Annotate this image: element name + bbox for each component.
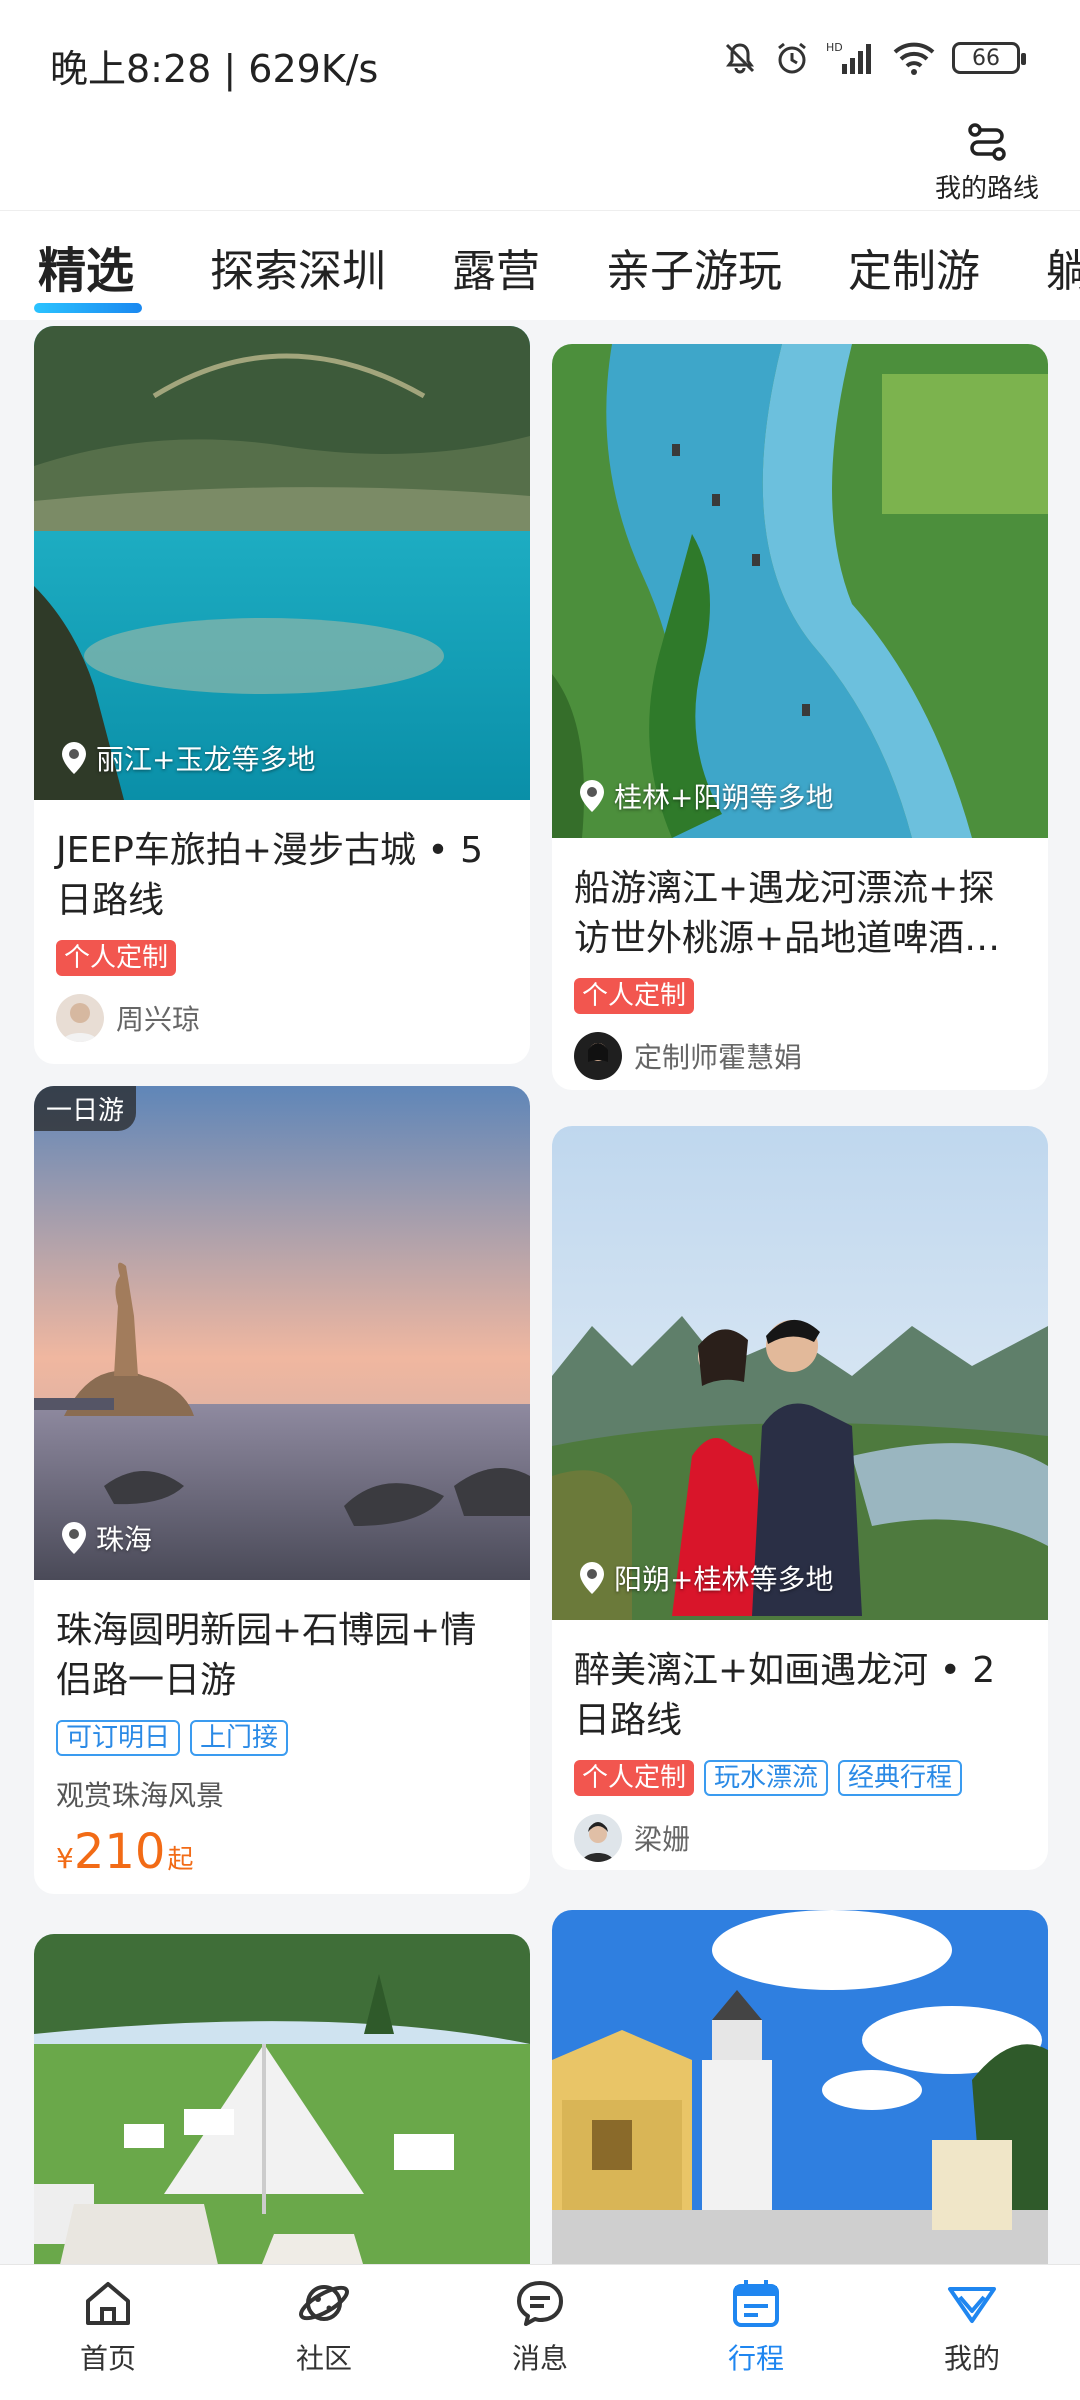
- card-image-zhuhai: 一日游 珠海: [34, 1086, 530, 1580]
- trip-card[interactable]: 丽江+玉龙等多地 JEEP车旅拍+漫步古城 • 5日路线 个人定制 周兴琼: [34, 326, 530, 1064]
- tag-book-tomorrow: 可订明日: [56, 1720, 181, 1756]
- tab-custom-tour[interactable]: 定制游: [848, 235, 980, 299]
- status-bar: 晚上8:28 | 629K/s HD 66: [0, 0, 1080, 120]
- tag-row: 个人定制: [574, 978, 695, 1014]
- nav-community[interactable]: 社区: [264, 2275, 384, 2377]
- my-route-button[interactable]: 我的路线: [932, 120, 1042, 210]
- alarm-icon: [778, 42, 806, 74]
- trip-card[interactable]: [552, 1910, 1048, 2264]
- wifi-icon: [893, 42, 935, 75]
- nav-community-label: 社区: [295, 2342, 352, 2375]
- signal-icon: HD: [826, 41, 871, 74]
- location-label: 桂林+阳朔等多地: [578, 776, 833, 816]
- card-image-camping: [34, 1934, 530, 2264]
- location-pin-icon: [580, 1562, 604, 1594]
- author-name: 周兴琼: [116, 1003, 201, 1036]
- location-pin-icon: [580, 780, 604, 812]
- planet-icon: [299, 2285, 349, 2321]
- tag-custom: 个人定制: [574, 978, 695, 1014]
- nav-home[interactable]: 首页: [48, 2275, 168, 2377]
- header: 我的路线: [0, 120, 1080, 210]
- nav-messages[interactable]: 消息: [480, 2275, 600, 2377]
- card-subtitle: 观赏珠海风景: [56, 1779, 225, 1812]
- my-route-label: 我的路线: [934, 174, 1039, 204]
- price-currency: ¥: [56, 1842, 74, 1875]
- calendar-icon: [733, 2280, 779, 2327]
- tag-pickup: 上门接: [190, 1720, 289, 1756]
- price-unit: 起: [167, 1845, 194, 1875]
- card-image-river: 桂林+阳朔等多地: [552, 344, 1048, 838]
- tag-custom: 个人定制: [56, 940, 177, 976]
- location-label: 丽江+玉龙等多地: [60, 738, 315, 778]
- location-label: 珠海: [60, 1518, 152, 1558]
- nav-profile-label: 我的: [943, 2342, 1000, 2375]
- tab-explore-shenzhen[interactable]: 探索深圳: [210, 235, 386, 299]
- nav-itinerary-label: 行程: [727, 2342, 784, 2375]
- trip-card[interactable]: 阳朔+桂林等多地 醉美漓江+如画遇龙河 • 2日路线 个人定制 玩水漂流 经典行…: [552, 1126, 1048, 1870]
- nav-itinerary[interactable]: 行程: [696, 2275, 816, 2377]
- tag-classic: 经典行程: [838, 1760, 963, 1796]
- location-text: 丽江+玉龙等多地: [96, 743, 316, 776]
- location-text: 阳朔+桂林等多地: [614, 1563, 834, 1596]
- tab-active-indicator: [34, 303, 142, 313]
- card-title: 珠海圆明新园+石博园+情侣路一日游: [56, 1610, 477, 1701]
- price-value: 210: [73, 1824, 166, 1880]
- message-icon: [517, 2281, 563, 2326]
- avatar: [574, 1814, 622, 1862]
- nav-profile[interactable]: 我的: [912, 2275, 1032, 2377]
- profile-icon: [948, 2287, 996, 2323]
- day-trip-badge: 一日游: [34, 1086, 137, 1131]
- status-icons: HD 66: [722, 40, 1026, 76]
- trip-card[interactable]: [34, 1934, 530, 2264]
- trip-card[interactable]: 一日游 珠海 珠海圆明新园+石博园+情侣路一日游 可订明日 上门接 观赏珠海风景…: [34, 1086, 530, 1894]
- bottom-nav: 首页 社区 消息 行程 我的: [0, 2264, 1080, 2400]
- author: 梁姗: [574, 1814, 690, 1862]
- nav-messages-label: 消息: [511, 2342, 568, 2375]
- tab-camping[interactable]: 露营: [452, 235, 540, 299]
- tab-featured[interactable]: 精选: [38, 231, 134, 301]
- card-title: 船游漓江+遇龙河漂流+探访世外桃源+品地道啤酒…: [574, 868, 1001, 959]
- tag-row: 个人定制: [56, 940, 177, 976]
- card-image-couple: 阳朔+桂林等多地: [552, 1126, 1048, 1620]
- card-image-lake: 丽江+玉龙等多地: [34, 326, 530, 800]
- author-name: 梁姗: [634, 1823, 691, 1856]
- status-time: 晚上8:28 | 629K/s: [50, 47, 379, 91]
- tag-rafting: 玩水漂流: [704, 1760, 829, 1796]
- avatar: [56, 994, 104, 1042]
- battery-icon: 66: [952, 42, 1026, 74]
- location-text: 珠海: [96, 1523, 153, 1556]
- card-title: JEEP车旅拍+漫步古城 • 5日路线: [56, 830, 484, 921]
- tab-more[interactable]: 躺: [1046, 235, 1080, 299]
- feed: 丽江+玉龙等多地 JEEP车旅拍+漫步古城 • 5日路线 个人定制 周兴琼 桂林…: [0, 320, 1080, 2264]
- avatar: [574, 1032, 622, 1080]
- tag-row: 可订明日 上门接: [56, 1720, 289, 1756]
- nav-home-label: 首页: [79, 2342, 136, 2375]
- price: ¥ 210 起: [56, 1824, 193, 1880]
- tag-row: 个人定制 玩水漂流 经典行程: [574, 1760, 963, 1796]
- route-icon: [968, 123, 1006, 161]
- mute-bell-icon: [725, 43, 755, 74]
- tab-family[interactable]: 亲子游玩: [606, 235, 782, 299]
- author-name: 定制师霍慧娟: [634, 1041, 803, 1074]
- author: 周兴琼: [56, 994, 200, 1042]
- home-icon: [86, 2282, 130, 2325]
- card-title: 醉美漓江+如画遇龙河 • 2日路线: [574, 1650, 996, 1741]
- location-pin-icon: [62, 1522, 86, 1554]
- location-pin-icon: [62, 742, 86, 774]
- author: 定制师霍慧娟: [574, 1032, 802, 1080]
- location-label: 阳朔+桂林等多地: [578, 1558, 833, 1598]
- battery-level: 66: [972, 45, 1000, 71]
- trip-card[interactable]: 桂林+阳朔等多地 船游漓江+遇龙河漂流+探访世外桃源+品地道啤酒… 个人定制 定…: [552, 344, 1048, 1090]
- tag-custom: 个人定制: [574, 1760, 695, 1796]
- location-text: 桂林+阳朔等多地: [614, 781, 834, 814]
- card-image-lighthouse: [552, 1910, 1048, 2264]
- svg-text:HD: HD: [826, 41, 843, 54]
- category-tabs: 精选 探索深圳 露营 亲子游玩 定制游 躺: [0, 210, 1080, 320]
